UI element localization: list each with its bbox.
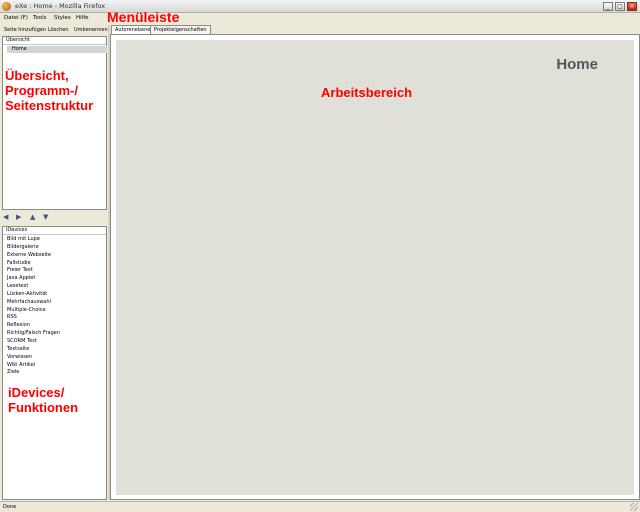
outline-node-home[interactable]: Home (7, 46, 107, 53)
idevice-item[interactable]: Externe Webseite (7, 252, 60, 260)
menu-file[interactable]: Datei (F) (4, 15, 28, 21)
annotation-outline-line: Programm-/ (5, 82, 78, 98)
annotation-outline-line: Seitenstruktur (5, 97, 94, 113)
idevice-item[interactable]: SCORM Test (7, 338, 60, 346)
page-title: Home (556, 56, 598, 73)
move-down-arrow-icon[interactable]: ▼ (43, 214, 51, 221)
resize-grip-icon[interactable] (630, 503, 638, 511)
menu-tools[interactable]: Tools (33, 15, 47, 21)
title-bar: eXe : Home - Mozilla Firefox _ □ × (0, 0, 640, 13)
idevice-item[interactable]: RSS (7, 314, 60, 322)
idevice-item[interactable]: Java Applet (7, 275, 60, 283)
annotation-idevices-line: Funktionen (8, 399, 79, 415)
move-up-arrow-icon[interactable]: ▲ (30, 214, 38, 221)
promote-arrow-icon[interactable]: ◀ (3, 214, 11, 221)
close-button[interactable]: × (627, 2, 637, 11)
rename-page-button[interactable]: Umbenennen (74, 27, 108, 33)
annotation-menubar: Menüleiste (107, 9, 180, 25)
annotation-idevices: iDevices/ Funktionen (8, 385, 79, 416)
outline-toolbar: Seite hinzufügen Löschen Umbenennen (0, 25, 108, 35)
outline-move-toolbar: ◀ ▶ ▲ ▼ (0, 211, 108, 224)
annotation-outline-line: Übersicht, (5, 68, 69, 83)
idevice-item[interactable]: Textseite (7, 346, 60, 354)
status-text: Done (3, 504, 17, 510)
idevices-header: iDevices (3, 227, 106, 235)
idevice-item[interactable]: Bildergalerie (7, 244, 60, 252)
tab-authoring[interactable]: Autorenebene (111, 25, 155, 34)
idevice-item[interactable]: Reflexion (7, 322, 60, 330)
outline-header: Übersicht (3, 37, 106, 45)
idevice-item[interactable]: Wiki Artikel (7, 362, 60, 370)
status-bar: Done (0, 501, 640, 512)
annotation-idevices-line: iDevices/ (8, 385, 65, 400)
window-title: eXe : Home - Mozilla Firefox (15, 2, 106, 10)
idevices-panel: iDevices Bild mit Lupe Bildergalerie Ext… (2, 226, 107, 500)
idevice-item[interactable]: Lesetext (7, 283, 60, 291)
idevice-item[interactable]: Lücken-Aktivität (7, 291, 60, 299)
workspace-frame: Home (110, 34, 640, 500)
outline-panel: Übersicht Home (2, 36, 107, 210)
menu-help[interactable]: Hilfe (76, 15, 89, 21)
idevice-item[interactable]: Ziele (7, 369, 60, 377)
maximize-button[interactable]: □ (615, 2, 625, 11)
idevice-item[interactable]: Bild mit Lupe (7, 236, 60, 244)
idevice-item[interactable]: Fallstudie (7, 260, 60, 268)
menu-bar: Datei (F) Tools Styles Hilfe (0, 13, 640, 24)
delete-page-button[interactable]: Löschen (48, 27, 69, 33)
idevice-item[interactable]: Multiple-Choice (7, 307, 60, 315)
idevice-item[interactable]: Mehrfachauswahl (7, 299, 60, 307)
demote-arrow-icon[interactable]: ▶ (16, 214, 24, 221)
tab-project-properties[interactable]: Projekteigenschaften (150, 25, 211, 34)
minimize-button[interactable]: _ (603, 2, 613, 11)
idevices-list: Bild mit Lupe Bildergalerie Externe Webs… (7, 236, 60, 377)
annotation-workspace: Arbeitsbereich (321, 85, 413, 100)
idevice-item[interactable]: Vorwissen (7, 354, 60, 362)
annotation-outline: Übersicht, Programm-/ Seitenstruktur (5, 68, 94, 114)
menu-styles[interactable]: Styles (54, 15, 71, 21)
firefox-app-icon (2, 2, 11, 11)
idevice-item[interactable]: Freier Text (7, 267, 60, 275)
add-page-button[interactable]: Seite hinzufügen (4, 27, 46, 33)
idevice-item[interactable]: Richtig/Falsch Fragen (7, 330, 60, 338)
workspace-area: Home (116, 40, 634, 495)
